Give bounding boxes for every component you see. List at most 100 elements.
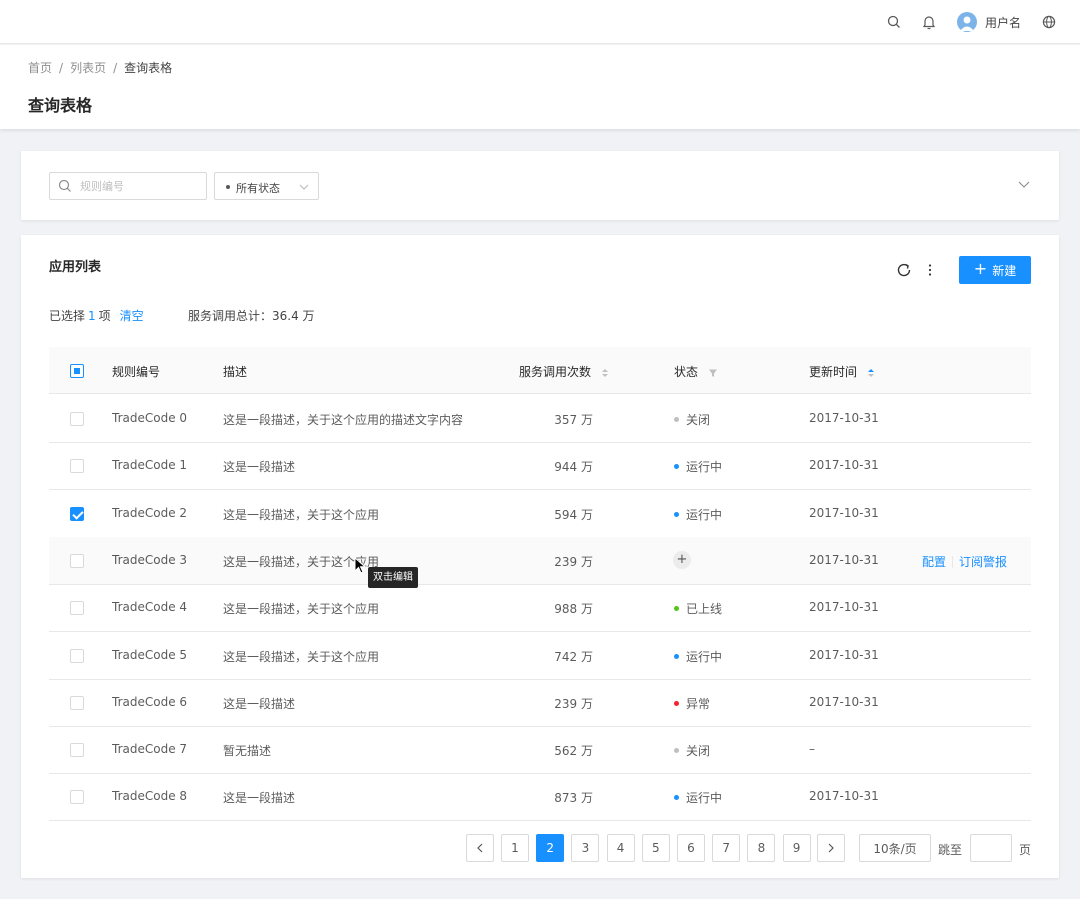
row-calls: 594 万 (554, 507, 593, 522)
jump-label: 跳至 (938, 843, 963, 857)
table-row[interactable]: TradeCode 7 暂无描述 562 万 关闭 – (49, 726, 1031, 775)
clear-selection-link[interactable]: 清空 (120, 309, 144, 323)
table-row[interactable]: TradeCode 4 这是一段描述，关于这个应用 988 万 已上线 2017-10-… (49, 584, 1031, 633)
globe-icon[interactable] (1039, 12, 1059, 32)
mouse-cursor-icon (354, 556, 368, 578)
avatar[interactable] (957, 12, 977, 32)
table-row[interactable]: TradeCode 5 这是一段描述，关于这个应用 742 万 运行中 2017-10-… (49, 632, 1031, 680)
column-header-status[interactable]: 状态 (674, 363, 718, 380)
chevron-right-icon (828, 843, 834, 853)
chevron-left-icon (477, 843, 483, 853)
table-row[interactable]: TradeCode 1 这是一段描述 944 万 运行中 2017-10-31 (49, 442, 1031, 491)
page-button[interactable]: 3 (571, 834, 600, 862)
configure-link[interactable]: 配置 (922, 555, 946, 569)
bell-icon[interactable] (919, 12, 939, 32)
table-row[interactable]: TradeCode 8 这是一段描述 873 万 运行中 2017-10-31 (49, 773, 1031, 822)
page-button[interactable]: 6 (677, 834, 705, 862)
expand-chevron-icon[interactable] (1018, 178, 1030, 193)
column-header-updated[interactable]: 更新时间 (809, 363, 875, 380)
selection-info: 已选择 1 项清空 (49, 307, 144, 324)
search-box[interactable] (49, 172, 207, 200)
selected-prefix: 已选择 (49, 309, 86, 323)
row-calls: 742 万 (554, 649, 593, 664)
new-button[interactable]: + 新建 (959, 256, 1031, 284)
table-header: 规则编号 描述 服务调用次数 状态 更新时间 (49, 347, 1031, 394)
jump-page-input[interactable] (970, 834, 1012, 862)
column-header-desc: 描述 (223, 365, 248, 379)
row-updated: 2017-10-31 (809, 647, 879, 662)
row-status: 关闭 (674, 742, 710, 759)
prev-page-button[interactable] (466, 834, 494, 862)
filter-card: 所有状态 (21, 151, 1059, 220)
edit-tooltip: 双击编辑 (368, 567, 418, 588)
row-checkbox[interactable] (70, 459, 84, 474)
status-dot (674, 748, 679, 754)
row-checkbox[interactable] (70, 790, 84, 805)
filter-icon (708, 369, 717, 377)
search-icon (58, 179, 72, 196)
row-updated: 2017-10-31 (809, 458, 879, 473)
add-status-icon[interactable]: + (673, 550, 691, 569)
row-desc: 这是一段描述，关于这个应用 (223, 602, 380, 617)
row-status-label: 运行中 (686, 507, 723, 522)
table-row[interactable]: TradeCode 6 这是一段描述 239 万 异常 2017-10-31 (49, 679, 1031, 727)
status-dot (674, 795, 679, 801)
row-calls: 357 万 (554, 413, 593, 427)
top-header: 用户名 (0, 0, 1080, 44)
page-button[interactable]: 9 (782, 834, 811, 862)
page-button[interactable]: 8 (747, 834, 776, 862)
next-page-button[interactable] (817, 834, 845, 862)
row-code: TradeCode 6 (112, 694, 188, 709)
reload-icon[interactable] (896, 262, 912, 281)
row-status-label: 关闭 (686, 413, 711, 427)
row-code: TradeCode 8 (112, 789, 188, 804)
row-desc: 这是一段描述 (223, 696, 296, 711)
status-select-label: 所有状态 (236, 182, 280, 195)
page-size-select[interactable]: 10条/页 (859, 834, 931, 862)
search-icon[interactable] (884, 12, 904, 32)
page-button[interactable]: 7 (712, 834, 741, 862)
subscribe-alert-link[interactable]: 订阅警报 (959, 555, 1007, 569)
row-updated: 2017-10-31 (809, 694, 879, 709)
chevron-down-icon (299, 181, 309, 195)
table-row[interactable]: TradeCode 2 这是一段描述，关于这个应用 594 万 运行中 2017-10-… (49, 490, 1031, 538)
row-checkbox[interactable] (70, 553, 84, 568)
table-row[interactable]: TradeCode 0 这是一段描述，关于这个应用的描述文字内容 357 万 关闭 20… (49, 395, 1031, 443)
row-checkbox[interactable] (70, 648, 84, 663)
table-row[interactable]: TradeCode 3 这是一段描述，关于这个应用 239 万 +2017-10-31… (49, 536, 1031, 585)
page-suffix: 页 (1019, 843, 1032, 857)
row-status-label: 已上线 (686, 602, 723, 617)
row-calls: 239 万 (554, 696, 593, 711)
column-header-calls[interactable]: 服务调用次数 (519, 363, 609, 380)
status-dot (674, 653, 679, 659)
row-updated: 2017-10-31 (809, 552, 879, 567)
page-button[interactable]: 5 (641, 834, 670, 862)
selected-count: 1 (88, 309, 96, 323)
row-status: 运行中 (674, 789, 722, 806)
row-status: 异常 (674, 695, 710, 712)
row-checkbox[interactable] (70, 695, 84, 710)
row-desc: 这是一段描述 (223, 460, 296, 475)
row-checkbox[interactable] (70, 412, 84, 426)
column-header-status-label: 状态 (674, 365, 699, 379)
row-checkbox[interactable] (70, 506, 84, 521)
page-button[interactable]: 2 (536, 834, 565, 862)
row-calls: 988 万 (554, 602, 593, 617)
breadcrumb-home[interactable]: 首页 (28, 61, 52, 75)
row-calls: 944 万 (554, 460, 593, 475)
username[interactable]: 用户名 (985, 14, 1021, 31)
status-dot (674, 606, 679, 612)
page-button[interactable]: 4 (606, 834, 635, 862)
search-input[interactable] (80, 178, 200, 194)
column-header-code: 规则编号 (112, 365, 161, 379)
more-icon[interactable] (925, 262, 935, 281)
row-updated: 2017-10-31 (809, 505, 879, 520)
status-select[interactable]: 所有状态 (214, 172, 319, 200)
row-desc: 这是一段描述，关于这个应用 (223, 507, 380, 522)
status-dot (674, 417, 679, 422)
select-all-checkbox[interactable] (70, 364, 84, 378)
row-checkbox[interactable] (70, 601, 84, 616)
row-checkbox[interactable] (70, 743, 84, 758)
breadcrumb-list[interactable]: 列表页 (70, 61, 106, 75)
page-button[interactable]: 1 (501, 834, 529, 862)
